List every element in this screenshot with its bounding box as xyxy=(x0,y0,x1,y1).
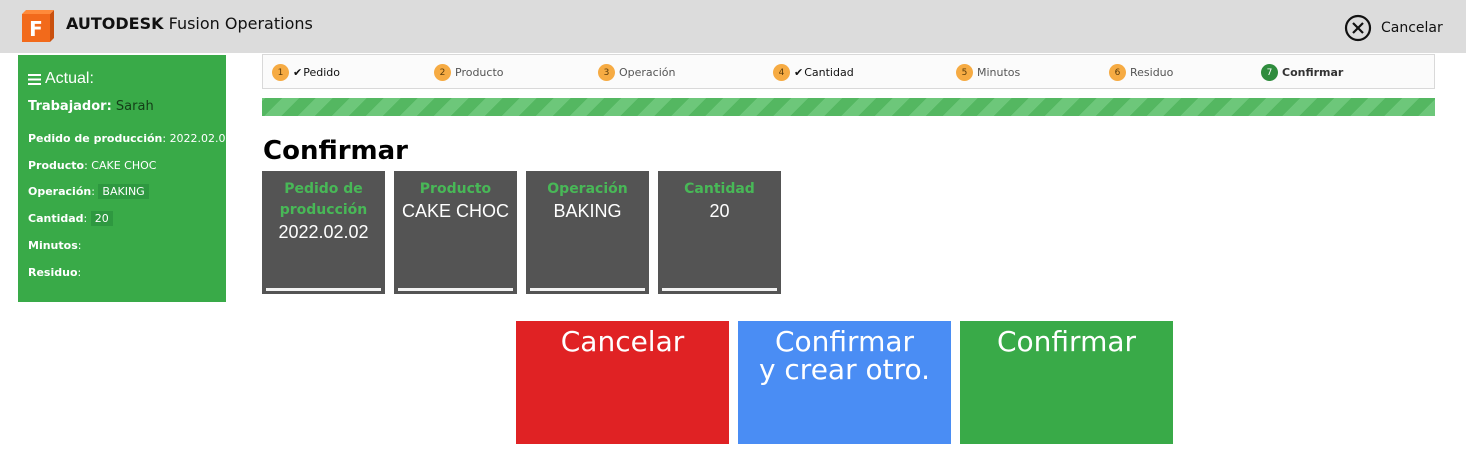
card-key: Operación xyxy=(547,181,628,197)
step-residuo[interactable]: 6 Residuo xyxy=(1109,64,1173,81)
step-label: Confirmar xyxy=(1282,66,1344,79)
hamburger-icon xyxy=(28,73,41,85)
step-label: Residuo xyxy=(1130,66,1174,79)
logo-letter: F xyxy=(29,17,43,41)
card-key: Pedido de producción xyxy=(279,181,368,218)
card-value: 2022.02.02 xyxy=(278,222,369,242)
summary-row-order: Pedido de producción: 2022.02.02 xyxy=(28,132,233,145)
progress-bar xyxy=(262,98,1435,116)
summary-product-key: Producto xyxy=(28,159,85,172)
top-bar: F AUTODESK Fusion Operations Cancelar xyxy=(0,0,1466,53)
close-circle-icon xyxy=(1344,14,1372,42)
summary-worker-key: Trabajador: xyxy=(28,99,112,114)
step-confirmar[interactable]: 7 Confirmar xyxy=(1261,64,1343,81)
summary-row-quantity: Cantidad: 20 xyxy=(28,211,113,226)
card-key: Cantidad xyxy=(684,181,755,197)
confirm-and-create-button[interactable]: Confirmar y crear otro. xyxy=(738,321,951,444)
current-summary-panel: Actual: Trabajador: Sarah Pedido de prod… xyxy=(18,55,233,302)
step-label: Cantidad xyxy=(804,66,854,79)
card-underline xyxy=(662,288,777,291)
check-icon: ✔ xyxy=(293,66,303,79)
step-number: 5 xyxy=(956,64,973,81)
app-title: AUTODESK Fusion Operations xyxy=(66,14,313,33)
summary-order-value: 2022.02.02 xyxy=(169,132,233,145)
summary-card-order: Pedido de producción 2022.02.02 xyxy=(262,171,385,294)
step-label: Minutos xyxy=(977,66,1021,79)
summary-quantity-value: 20 xyxy=(90,211,113,226)
step-cantidad[interactable]: 4 ✔ Cantidad xyxy=(773,64,854,81)
step-minutos[interactable]: 5 Minutos xyxy=(956,64,1020,81)
confirm-create-line1: Confirmar xyxy=(774,325,915,358)
card-underline xyxy=(398,288,513,291)
card-value: CAKE CHOC xyxy=(401,201,509,221)
step-number: 1 xyxy=(272,64,289,81)
summary-order-key: Pedido de producción xyxy=(28,132,163,145)
summary-card-product: Producto CAKE CHOC xyxy=(394,171,517,294)
cancel-top-label: Cancelar xyxy=(1381,20,1443,36)
summary-card-operation: Operación BAKING xyxy=(526,171,649,294)
cancel-top-button[interactable]: Cancelar xyxy=(1344,14,1443,42)
summary-row-operation: Operación: BAKING xyxy=(28,184,149,199)
step-operacion[interactable]: 3 Operación xyxy=(598,64,675,81)
card-key: Producto xyxy=(419,181,492,197)
summary-row-minutes: Minutos: xyxy=(28,239,82,252)
card-underline xyxy=(530,288,645,291)
summary-operation-key: Operación xyxy=(28,185,92,198)
brand-bold: AUTODESK xyxy=(66,14,164,33)
summary-waste-key: Residuo xyxy=(28,266,78,279)
summary-minutes-key: Minutos xyxy=(28,239,78,252)
step-number: 6 xyxy=(1109,64,1126,81)
check-icon: ✔ xyxy=(794,66,804,79)
step-producto[interactable]: 2 Producto xyxy=(434,64,504,81)
step-number: 7 xyxy=(1261,64,1278,81)
card-value: 20 xyxy=(709,201,730,221)
cancel-button[interactable]: Cancelar xyxy=(516,321,729,444)
wizard-steps: 1 ✔ Pedido 2 Producto 3 Operación 4 ✔ Ca… xyxy=(262,54,1435,89)
step-number: 4 xyxy=(773,64,790,81)
card-value: BAKING xyxy=(553,201,622,221)
step-number: 3 xyxy=(598,64,615,81)
step-label: Pedido xyxy=(303,66,340,79)
confirm-button[interactable]: Confirmar xyxy=(960,321,1173,444)
step-label: Producto xyxy=(455,66,504,79)
summary-title: Actual: xyxy=(45,70,94,87)
autodesk-fusion-logo: F xyxy=(22,10,54,42)
summary-quantity-key: Cantidad xyxy=(28,212,84,225)
confirm-create-line2: y crear otro. xyxy=(758,353,931,386)
summary-worker: Trabajador: Sarah xyxy=(28,99,154,114)
card-underline xyxy=(266,288,381,291)
summary-row-waste: Residuo: xyxy=(28,266,82,279)
summary-worker-value: Sarah xyxy=(115,99,154,114)
page-title: Confirmar xyxy=(263,136,409,166)
summary-product-value: CAKE CHOC xyxy=(91,159,157,172)
summary-row-product: Producto: CAKE CHOC xyxy=(28,159,157,172)
step-label: Operación xyxy=(619,66,676,79)
brand-rest: Fusion Operations xyxy=(163,14,313,33)
summary-header[interactable]: Actual: xyxy=(28,69,226,89)
summary-operation-value: BAKING xyxy=(98,184,149,199)
summary-card-quantity: Cantidad 20 xyxy=(658,171,781,294)
step-pedido[interactable]: 1 ✔ Pedido xyxy=(272,64,340,81)
step-number: 2 xyxy=(434,64,451,81)
